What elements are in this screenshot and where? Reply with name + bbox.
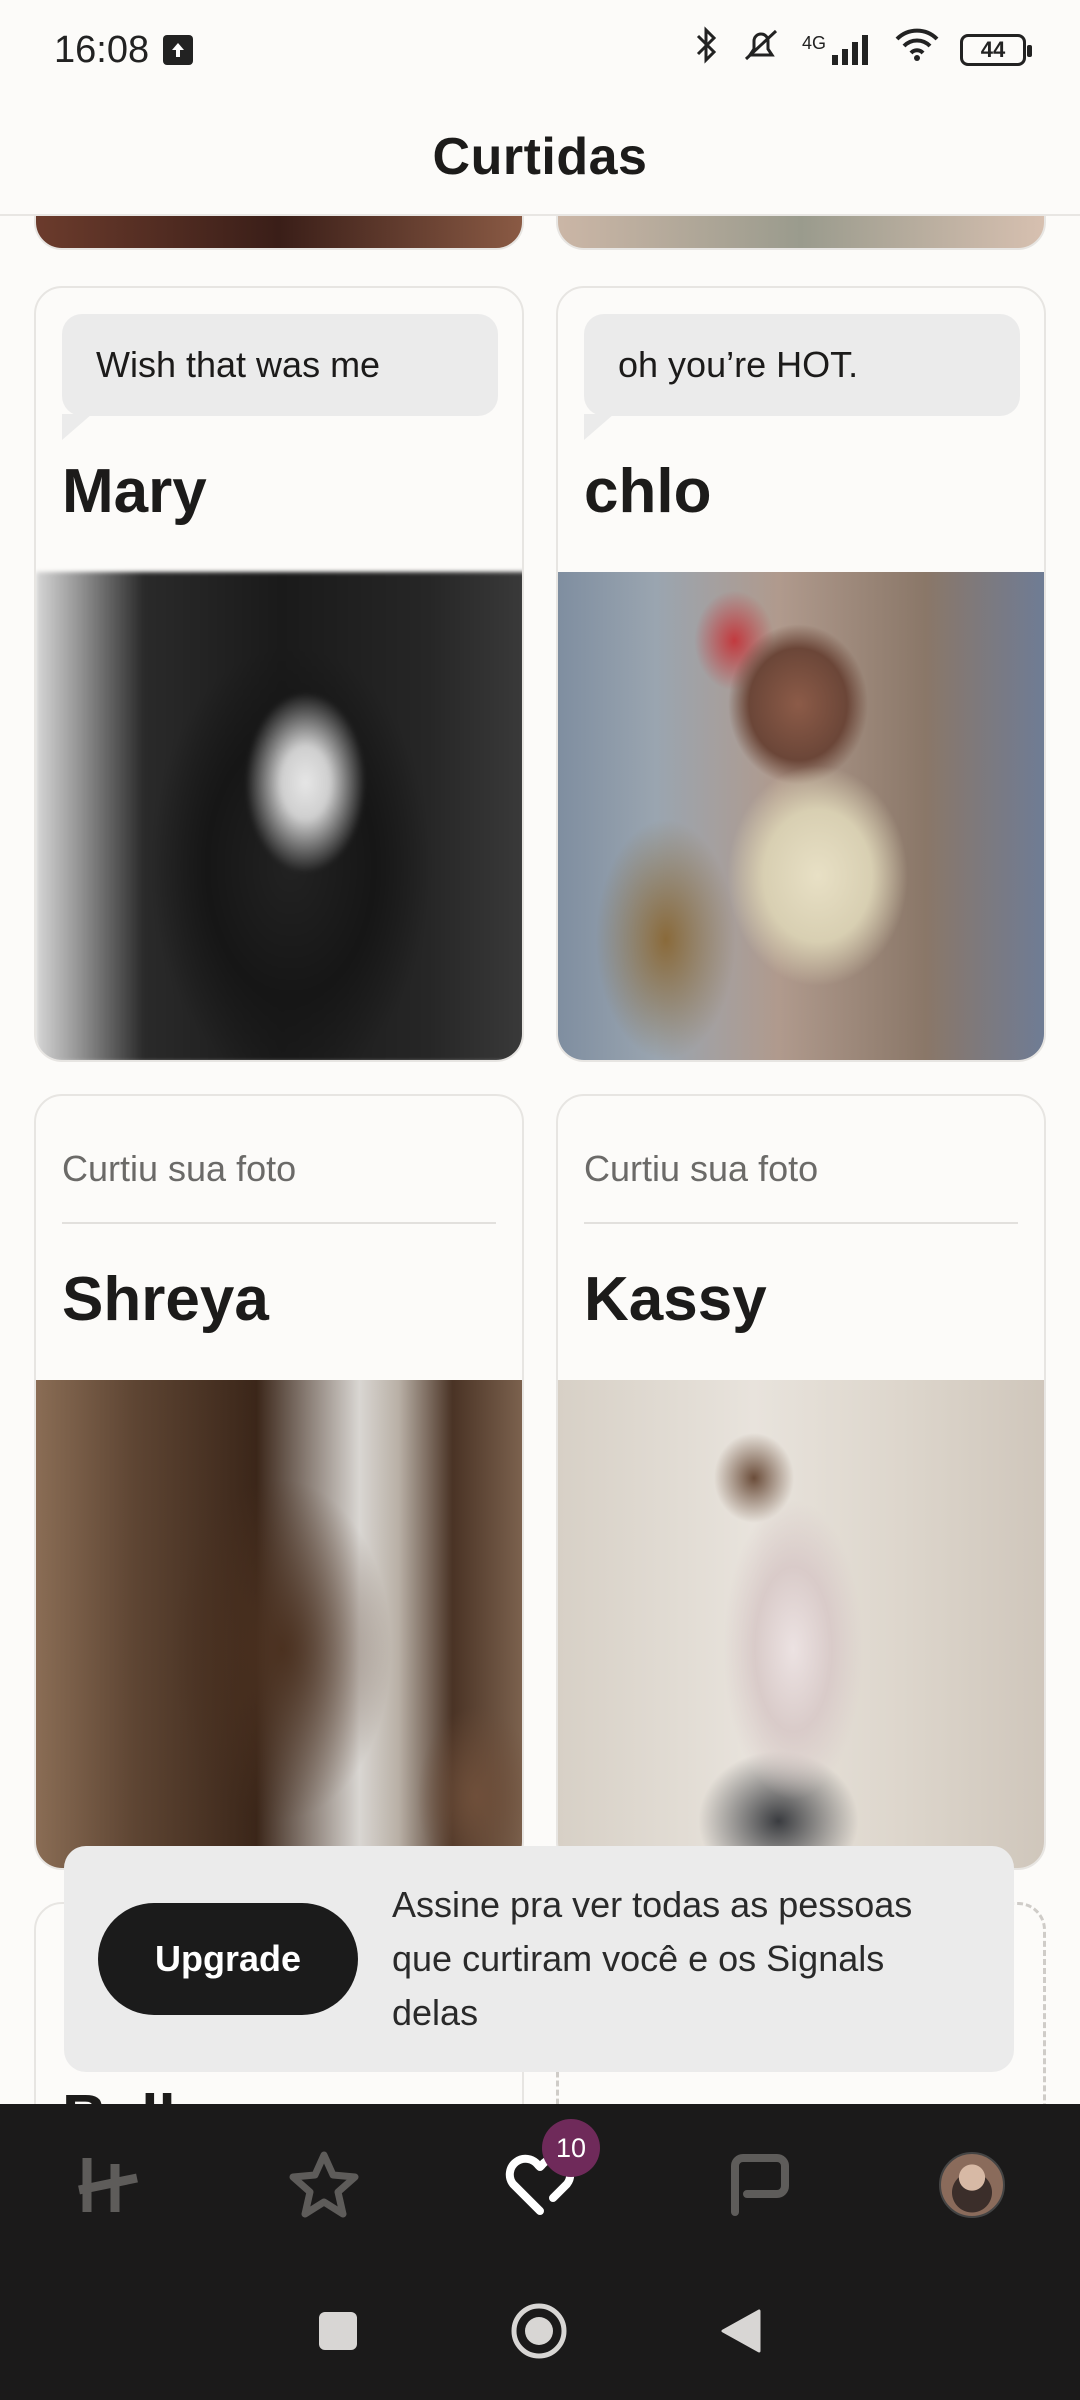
back-triangle-icon[interactable] bbox=[719, 2307, 763, 2360]
divider bbox=[584, 1222, 1018, 1224]
hinge-logo-icon bbox=[78, 2158, 138, 2212]
nav-home-tab[interactable] bbox=[48, 2125, 168, 2245]
cell-signal-icon: 4G bbox=[802, 33, 874, 67]
like-card[interactable]: Wish that was me Mary bbox=[34, 286, 524, 1062]
like-type-label: Curtiu sua foto bbox=[62, 1148, 297, 1189]
system-nav-bar bbox=[0, 2266, 1080, 2400]
profile-name: chlo bbox=[584, 457, 712, 526]
status-time: 16:08 bbox=[54, 28, 150, 71]
nav-profile-tab[interactable] bbox=[912, 2125, 1032, 2245]
bottom-nav: 10 bbox=[0, 2104, 1080, 2266]
message-bubble: oh you’re HOT. bbox=[584, 314, 1020, 440]
bluetooth-icon bbox=[694, 25, 720, 75]
message-text: oh you’re HOT. bbox=[618, 344, 859, 385]
star-icon bbox=[289, 2151, 359, 2218]
battery-indicator: 44 bbox=[960, 34, 1032, 66]
nav-standouts-tab[interactable] bbox=[264, 2125, 384, 2245]
profile-photo-blurred bbox=[36, 1380, 522, 1868]
nav-matches-tab[interactable] bbox=[696, 2125, 816, 2245]
recents-square-icon[interactable] bbox=[317, 2310, 359, 2357]
chat-bubble-icon bbox=[731, 2154, 789, 2216]
profile-photo-blurred bbox=[558, 572, 1044, 1060]
like-card-partial-top-right[interactable] bbox=[556, 216, 1046, 250]
upload-notification-icon bbox=[163, 35, 194, 65]
like-card[interactable]: Curtiu sua foto Kassy bbox=[556, 1094, 1046, 1870]
home-circle-icon[interactable] bbox=[509, 2301, 569, 2366]
wifi-icon bbox=[894, 27, 940, 73]
nav-likes-tab[interactable]: 10 bbox=[480, 2119, 600, 2245]
message-text: Wish that was me bbox=[96, 344, 381, 385]
profile-photo-blurred bbox=[558, 1380, 1044, 1868]
likes-count-badge: 10 bbox=[542, 2119, 600, 2177]
profile-photo-blurred bbox=[36, 572, 522, 1060]
like-card[interactable]: Curtiu sua foto Shreya bbox=[34, 1094, 524, 1870]
network-type-label: 4G bbox=[801, 33, 826, 53]
profile-name: Mary bbox=[62, 457, 207, 526]
status-bar: 16:08 4G 44 bbox=[0, 0, 1080, 100]
upgrade-button[interactable]: Upgrade bbox=[98, 1903, 358, 2015]
message-bubble: Wish that was me bbox=[62, 314, 498, 440]
like-card[interactable]: oh you’re HOT. chlo bbox=[556, 286, 1046, 1062]
divider bbox=[62, 1222, 496, 1224]
upgrade-message: Assine pra ver todas as pessoas que curt… bbox=[392, 1884, 913, 2033]
like-type-label: Curtiu sua foto bbox=[584, 1148, 819, 1189]
like-card-partial-top-left[interactable] bbox=[34, 216, 524, 250]
silent-bell-icon bbox=[740, 25, 782, 75]
profile-name: Kassy bbox=[584, 1265, 767, 1334]
profile-name: Bella bbox=[62, 2082, 210, 2104]
app-header: Curtidas bbox=[0, 100, 1080, 216]
profile-name: Shreya bbox=[62, 1265, 269, 1334]
page-title: Curtidas bbox=[432, 128, 648, 186]
avatar bbox=[939, 2152, 1005, 2218]
upgrade-banner: Upgrade Assine pra ver todas as pessoas … bbox=[64, 1846, 1014, 2072]
likes-grid[interactable]: Wish that was me Mary oh you’re HOT. chl… bbox=[0, 216, 1080, 2104]
